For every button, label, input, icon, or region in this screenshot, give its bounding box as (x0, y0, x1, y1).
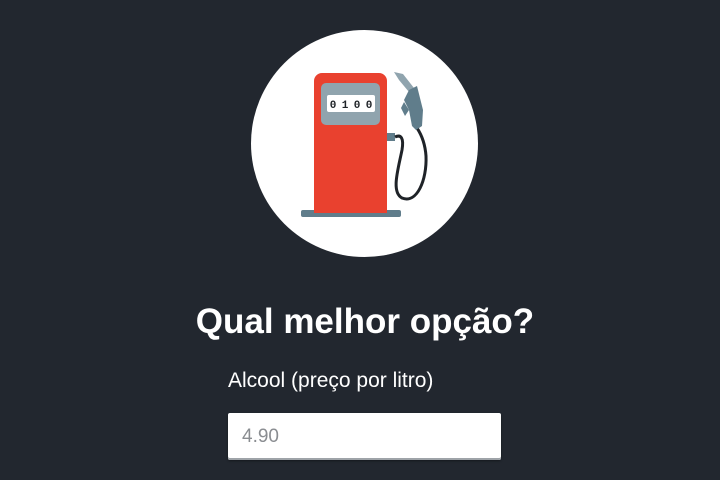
fuel-pump-logo: 0 1 0 0 (251, 30, 478, 257)
counter-digit: 0 (354, 100, 361, 112)
counter-digit: 1 (342, 100, 349, 112)
page-title: Qual melhor opção? (195, 302, 535, 341)
pump-hose (394, 127, 428, 201)
alcool-price-label: Alcool (preço por litro) (228, 369, 434, 392)
counter-digit: 0 (366, 100, 373, 112)
app-screen: 0 1 0 0 Qual melhor opção? Alcool (preço… (0, 0, 720, 480)
fuel-pump-icon: 0 1 0 0 (301, 72, 428, 217)
hose-connector (387, 133, 395, 141)
alcool-price-input[interactable] (228, 413, 501, 460)
counter-digit: 0 (330, 100, 337, 112)
